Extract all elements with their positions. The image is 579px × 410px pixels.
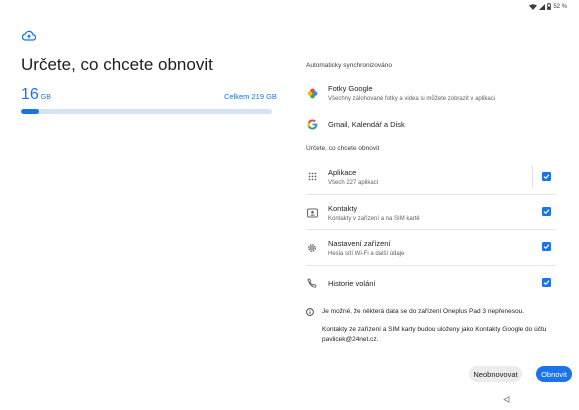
restore-button[interactable]: Obnovit: [536, 366, 572, 382]
dont-restore-button[interactable]: Neobnovovat: [469, 366, 522, 382]
sync-item-title: Gmail, Kalendář a Disk: [328, 119, 405, 129]
row-vertical-divider: [532, 166, 533, 187]
call-history-checkbox[interactable]: [542, 278, 551, 287]
settings-gear-icon: [306, 242, 318, 254]
contacts-account-note-line1: Kontakty ze zařízení a SIM karty budou u…: [322, 326, 547, 333]
sync-section-title: Automaticky synchronizováno: [306, 62, 392, 69]
info-icon: [306, 308, 314, 316]
restore-item-subtitle: Všech 227 aplikací: [328, 179, 379, 186]
sync-item-subtitle: Všechny zálohované fotky a videa si může…: [328, 96, 496, 102]
used-storage: 16 GB: [21, 86, 51, 104]
total-storage: Celkem 219 GB: [224, 92, 277, 101]
checkmark-icon: [543, 244, 550, 250]
restore-section-title: Určete, co chcete obnovit: [306, 145, 380, 152]
storage-progress-bar: [21, 109, 272, 114]
restore-item-subtitle: Kontakty v zařízení a na SIM kartě: [328, 215, 420, 222]
cloud-restore-icon: [22, 30, 36, 41]
restore-item-title: Kontakty: [328, 203, 358, 213]
contacts-checkbox[interactable]: [542, 207, 551, 216]
restore-item-title: Nastavení zařízení: [328, 238, 391, 248]
restore-item-device-settings[interactable]: Nastavení zařízení Hesla sítí Wi-Fi a da…: [306, 237, 556, 258]
transfer-warning-text: Je možné, že některá data se do zařízení…: [322, 308, 524, 315]
checkmark-icon: [543, 174, 550, 180]
contacts-account-note-line2: pavlicek@24net.cz.: [322, 336, 379, 343]
page-title: Určete, co chcete obnovit: [21, 55, 213, 74]
restore-item-contacts[interactable]: Kontakty Kontakty v zařízení a na SIM ka…: [306, 202, 556, 223]
storage-progress-fill: [21, 109, 40, 114]
nav-back-icon[interactable]: [503, 396, 510, 403]
row-divider: [306, 229, 556, 230]
wifi-icon: [529, 3, 538, 10]
row-divider: [306, 265, 556, 266]
google-photos-icon: [306, 87, 318, 99]
used-storage-unit: GB: [40, 94, 51, 101]
google-icon: [306, 118, 318, 130]
apps-checkbox[interactable]: [542, 172, 551, 181]
contacts-icon: [306, 207, 318, 219]
row-divider: [306, 194, 556, 195]
checkmark-icon: [543, 209, 550, 215]
phone-icon: [306, 277, 318, 289]
restore-item-call-history[interactable]: Historie volání: [306, 276, 556, 290]
signal-icon: [539, 3, 546, 10]
sync-item-photos: Fotky Google Všechny zálohované fotky a …: [306, 84, 556, 102]
apps-grid-icon: [306, 171, 318, 183]
device-settings-checkbox[interactable]: [542, 242, 551, 251]
battery-percent: 52 %: [553, 3, 567, 10]
checkmark-icon: [543, 280, 550, 286]
restore-item-title: Aplikace: [328, 167, 357, 177]
battery-icon: [547, 3, 552, 10]
sync-item-gmail: Gmail, Kalendář a Disk: [306, 118, 556, 130]
sync-item-title: Fotky Google: [328, 84, 373, 93]
restore-item-apps[interactable]: Aplikace Všech 227 aplikací: [306, 166, 556, 187]
used-storage-value: 16: [21, 86, 39, 103]
status-bar: 52 %: [529, 3, 567, 10]
restore-item-subtitle: Hesla sítí Wi-Fi a další údaje: [328, 250, 405, 257]
restore-item-title: Historie volání: [328, 278, 376, 288]
